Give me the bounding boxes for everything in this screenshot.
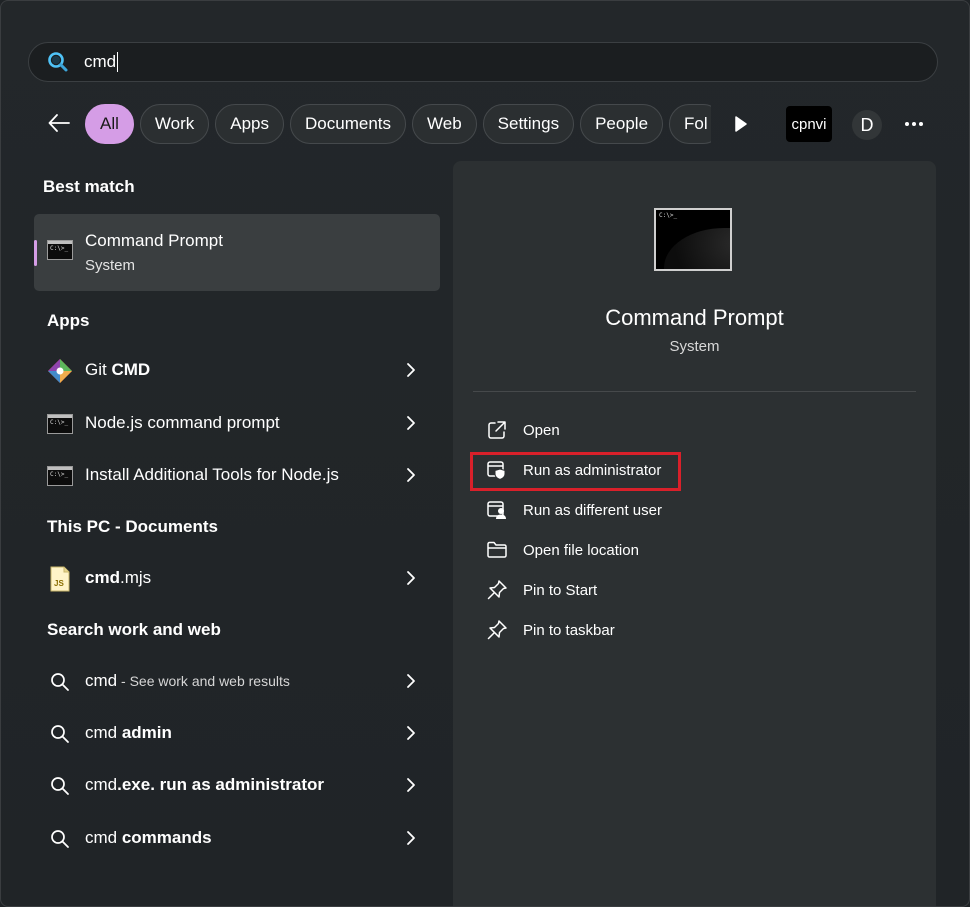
- chip-web[interactable]: Web: [412, 104, 477, 144]
- list-item-label: cmd commands: [85, 828, 212, 847]
- git-icon: [47, 358, 73, 384]
- chip-documents[interactable]: Documents: [290, 104, 406, 144]
- detail-subtitle: System: [669, 338, 720, 355]
- terminal-icon: C:\>_: [47, 411, 73, 437]
- detail-title: Command Prompt: [605, 305, 784, 330]
- list-item-label: cmd.exe. run as administrator: [85, 775, 325, 794]
- action-label: Open: [523, 422, 560, 439]
- web-heading: Search work and web: [47, 620, 221, 639]
- arrow-left-icon[interactable]: [43, 107, 75, 139]
- organization-badge[interactable]: cpnvi: [786, 106, 832, 142]
- search-icon: [47, 773, 73, 799]
- search-icon: [47, 721, 73, 747]
- list-item-install-tools-nodejs[interactable]: C:\>_ Install Additional Tools for Node.…: [34, 453, 440, 497]
- chevron-right-icon[interactable]: [403, 569, 419, 587]
- chip-people[interactable]: People: [580, 104, 664, 144]
- pin-icon: [487, 620, 507, 640]
- action-run-as-different-user[interactable]: Run as different user: [486, 497, 786, 525]
- user-switch-icon: [487, 501, 506, 519]
- open-external-icon: [488, 421, 506, 439]
- action-pin-to-taskbar[interactable]: Pin to taskbar: [486, 617, 786, 645]
- chip-settings[interactable]: Settings: [482, 104, 575, 144]
- terminal-icon: C:\>_: [47, 463, 73, 489]
- action-pin-to-start[interactable]: Pin to Start: [486, 577, 786, 605]
- chevron-right-icon[interactable]: [403, 466, 419, 484]
- chevron-right-icon[interactable]: [403, 829, 419, 847]
- filter-bar: All Work Apps Documents Web Settings People Fol…: [1, 103, 969, 145]
- list-item-label: cmd admin: [85, 723, 172, 742]
- best-match-heading: Best match: [43, 177, 135, 196]
- list-item-web-cmd-exe-admin[interactable]: cmd.exe. run as administrator: [34, 763, 440, 807]
- command-prompt-large-icon: C:\>_: [654, 208, 732, 271]
- chevron-right-icon[interactable]: [403, 414, 419, 432]
- svg-text:JS: JS: [54, 579, 64, 588]
- action-label: Pin to taskbar: [523, 622, 615, 639]
- best-match-item[interactable]: C:\>_ Command Prompt System: [34, 214, 440, 291]
- annotation-highlight-box: [470, 452, 681, 491]
- best-match-type: System: [85, 257, 136, 274]
- folder-icon: [487, 541, 507, 558]
- search-icon: [47, 51, 69, 73]
- more-horizontal-icon[interactable]: [901, 113, 927, 135]
- selection-indicator: [34, 240, 37, 266]
- action-label: Run as different user: [523, 502, 662, 519]
- list-item-label: Node.js command prompt: [85, 413, 280, 432]
- search-input[interactable]: cmd: [84, 52, 119, 73]
- chip-work[interactable]: Work: [139, 104, 210, 144]
- chevron-right-icon[interactable]: [403, 776, 419, 794]
- chevron-right-icon[interactable]: [403, 361, 419, 379]
- action-open-file-location[interactable]: Open file location: [486, 537, 786, 565]
- list-item-cmd-mjs[interactable]: JS cmd.mjs: [34, 556, 440, 600]
- detail-panel: C:\>_ Command Prompt System Open Run as …: [453, 161, 936, 906]
- list-item-label: cmd.mjs: [85, 568, 152, 587]
- action-label: Open file location: [523, 542, 639, 559]
- list-item-label: Install Additional Tools for Node.js: [85, 465, 339, 484]
- avatar[interactable]: D: [852, 110, 882, 140]
- terminal-icon: C:\>_: [47, 240, 73, 260]
- list-item-git-cmd[interactable]: Git CMD: [34, 348, 440, 392]
- filter-chips: All Work Apps Documents Web Settings People Fol: [85, 104, 711, 144]
- search-box[interactable]: cmd: [28, 42, 938, 82]
- search-icon: [47, 826, 73, 852]
- chevron-right-icon[interactable]: [403, 724, 419, 742]
- list-item-label: Git CMD: [85, 360, 151, 379]
- play-icon[interactable]: [729, 113, 751, 135]
- divider: [473, 391, 916, 392]
- list-item-web-cmd[interactable]: cmd - See work and web results: [34, 659, 440, 703]
- start-search-window: cmd All Work Apps Documents Web Settings Peopl…: [0, 0, 970, 907]
- list-item-label: cmd - See work and web results: [85, 671, 290, 690]
- best-match-name: Command Prompt: [85, 231, 223, 250]
- chevron-right-icon[interactable]: [403, 672, 419, 690]
- search-icon: [47, 669, 73, 695]
- js-file-icon: JS: [47, 566, 73, 592]
- pin-icon: [487, 580, 507, 600]
- list-item-nodejs-command-prompt[interactable]: C:\>_ Node.js command prompt: [34, 401, 440, 445]
- apps-heading: Apps: [47, 311, 90, 330]
- documents-heading: This PC - Documents: [47, 517, 218, 536]
- list-item-web-cmd-admin[interactable]: cmd admin: [34, 711, 440, 755]
- chip-apps[interactable]: Apps: [215, 104, 285, 144]
- action-label: Pin to Start: [523, 582, 598, 599]
- chip-folders[interactable]: Fol: [669, 104, 711, 144]
- chip-all[interactable]: All: [85, 104, 134, 144]
- list-item-web-cmd-commands[interactable]: cmd commands: [34, 816, 440, 860]
- action-open[interactable]: Open: [486, 417, 786, 445]
